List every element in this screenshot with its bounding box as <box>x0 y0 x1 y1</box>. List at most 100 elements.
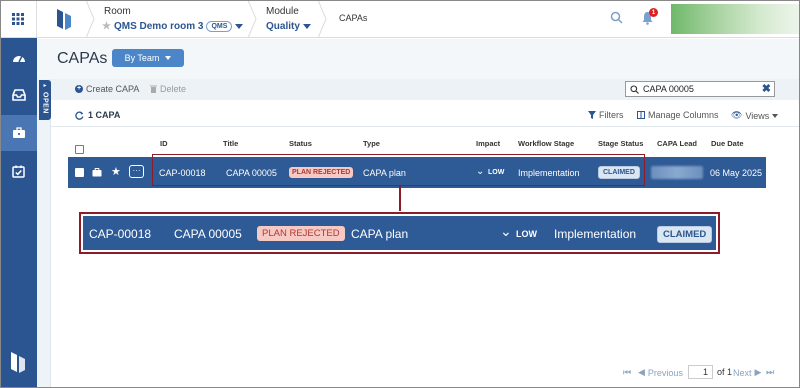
next-label: Next <box>733 367 752 378</box>
filter-icon <box>588 111 596 119</box>
chevron-down-icon <box>235 24 244 29</box>
zoom-cell-impact: LOW <box>516 229 537 239</box>
module-label: Module <box>266 6 299 17</box>
star-icon[interactable]: ★ <box>102 21 111 32</box>
first-page-button[interactable]: ⏮ <box>623 367 631 378</box>
qms-badge: QMS <box>206 21 233 32</box>
delete-button[interactable]: Delete <box>150 84 186 94</box>
column-due-date[interactable]: Due Date <box>711 139 744 148</box>
last-page-button[interactable]: ⏭ <box>766 367 774 378</box>
chevron-right-icon: ▶ <box>754 367 762 377</box>
select-all-checkbox[interactable] <box>75 145 84 154</box>
header-logo-icon <box>57 9 71 30</box>
by-team-button[interactable]: By Team <box>112 49 184 67</box>
brand-logo-icon <box>11 352 25 373</box>
search-field[interactable]: ✖ <box>625 81 775 97</box>
star-icon[interactable]: ★ <box>111 165 121 178</box>
search-icon <box>630 84 639 94</box>
trash-icon <box>150 85 157 93</box>
apps-grid-icon <box>12 12 24 25</box>
zoom-cell-title: CAPA 00005 <box>174 227 242 241</box>
zoom-cell-type: CAPA plan <box>351 227 409 241</box>
zoomed-table-row: CAP-00018 CAPA 00005 PLAN REJECTED CAPA … <box>83 216 716 250</box>
column-title[interactable]: Title <box>223 139 238 148</box>
record-count: 1 CAPA <box>75 110 120 120</box>
breadcrumb-separator <box>247 0 257 38</box>
column-stage-status[interactable]: Stage Status <box>598 139 643 148</box>
breadcrumb-separator <box>317 0 327 38</box>
open-panel-label: OPEN <box>41 92 49 114</box>
by-team-label: By Team <box>124 53 160 63</box>
room-selector[interactable]: ★ QMS Demo room 3 QMS <box>102 21 244 32</box>
previous-page-button[interactable]: ◀ Previous <box>638 367 683 378</box>
delete-label: Delete <box>160 84 187 94</box>
chevron-down-icon <box>772 113 779 118</box>
rail-calendar[interactable] <box>0 153 37 189</box>
zoom-cell-id: CAP-00018 <box>89 227 152 241</box>
column-workflow-stage[interactable]: Workflow Stage <box>518 139 574 148</box>
apps-grid-button[interactable] <box>0 0 37 38</box>
last-page-icon: ⏭ <box>766 367 775 377</box>
highlight-box <box>152 154 645 186</box>
create-capa-button[interactable]: + Create CAPA <box>75 84 139 94</box>
briefcase-icon[interactable] <box>92 168 102 177</box>
column-impact[interactable]: Impact <box>476 139 500 148</box>
column-capa-lead[interactable]: CAPA Lead <box>657 139 697 148</box>
title-bar: CAPAs By Team <box>37 39 800 79</box>
eye-icon: 👁 <box>731 110 743 120</box>
page-number-input[interactable]: 1 <box>688 365 713 379</box>
rail-briefcase[interactable] <box>0 115 37 151</box>
columns-icon <box>637 111 645 119</box>
column-type[interactable]: Type <box>363 139 380 148</box>
rail-inbox[interactable] <box>0 77 37 113</box>
briefcase-icon <box>12 127 25 138</box>
top-header: Room ★ QMS Demo room 3 QMS Module Qualit… <box>37 0 800 38</box>
page-count: of 1 <box>717 367 733 377</box>
record-count-label: 1 CAPA <box>88 110 121 120</box>
rail-dashboard[interactable] <box>0 40 37 76</box>
callout-connector <box>399 186 401 211</box>
previous-label: Previous <box>647 367 683 378</box>
refresh-icon[interactable] <box>75 111 84 120</box>
chevron-down-icon: ⌄ <box>500 223 512 239</box>
views-label: Views <box>745 110 770 121</box>
chevron-left-icon: ◀ <box>638 367 645 377</box>
first-page-icon: ⏮ <box>623 367 632 377</box>
chevron-down-icon <box>165 56 172 60</box>
page-crumb[interactable]: CAPAs <box>339 13 367 23</box>
column-status[interactable]: Status <box>289 139 312 148</box>
chevron-down-icon <box>302 24 311 29</box>
more-options-icon[interactable]: ··· <box>129 165 144 178</box>
zoom-stage-status-badge: CLAIMED <box>657 226 713 243</box>
row-checkbox[interactable] <box>75 168 84 177</box>
manage-columns-button[interactable]: Manage Columns <box>637 110 719 120</box>
manage-columns-label: Manage Columns <box>648 110 719 120</box>
search-input[interactable] <box>643 84 755 94</box>
action-bar: + Create CAPA Delete ✖ <box>51 79 800 100</box>
side-panel-strip <box>37 79 51 388</box>
clear-search-icon[interactable]: ✖ <box>762 83 771 95</box>
room-label: Room <box>104 6 131 17</box>
capa-lead-avatar <box>651 166 703 179</box>
inbox-icon <box>11 89 26 101</box>
calendar-check-icon <box>12 165 25 178</box>
search-icon[interactable] <box>610 11 623 24</box>
column-id[interactable]: ID <box>160 139 168 148</box>
user-menu[interactable] <box>671 4 800 34</box>
divider <box>51 126 800 127</box>
room-crumb[interactable]: Room ★ QMS Demo room 3 QMS <box>95 0 245 38</box>
create-capa-label: Create CAPA <box>86 84 140 94</box>
room-name: QMS Demo room 3 <box>113 21 204 32</box>
module-selector[interactable]: Quality <box>266 21 311 32</box>
chevron-right-icon: ▸ <box>43 83 47 89</box>
zoom-status-badge: PLAN REJECTED <box>257 226 345 241</box>
filters-label: Filters <box>599 110 624 120</box>
breadcrumb-separator <box>85 0 95 38</box>
zoom-cell-workflow-stage: Implementation <box>554 227 637 241</box>
next-page-button[interactable]: Next ▶ <box>733 367 761 378</box>
zoomed-row-callout: CAP-00018 CAPA 00005 PLAN REJECTED CAPA … <box>79 212 720 254</box>
notification-badge: 1 <box>649 8 658 17</box>
cell-due-date: 06 May 2025 <box>710 168 763 178</box>
filters-button[interactable]: Filters <box>588 110 624 120</box>
views-button[interactable]: 👁 Views <box>731 110 779 121</box>
